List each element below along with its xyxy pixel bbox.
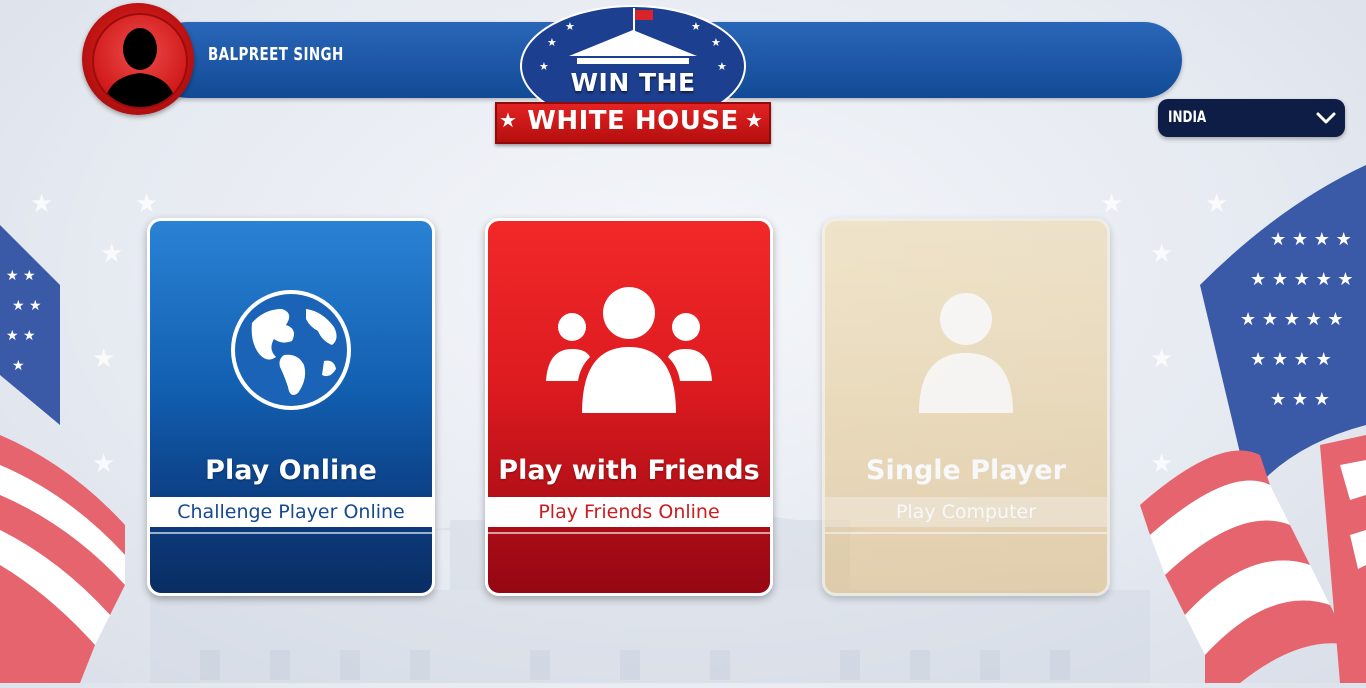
country-select[interactable]: INDIA — [1158, 99, 1345, 137]
logo-title-line2: WHITE HOUSE — [527, 106, 739, 136]
svg-text:★ ★: ★ ★ — [6, 268, 36, 284]
single-player-card[interactable]: Single Player Play Computer — [822, 218, 1110, 596]
divider — [825, 532, 1107, 534]
svg-text:★ ★ ★ ★: ★ ★ ★ ★ — [1270, 229, 1352, 250]
background-star: ★ — [135, 188, 159, 218]
svg-text:★ ★ ★ ★ ★: ★ ★ ★ ★ ★ — [1250, 269, 1354, 290]
svg-text:★ ★ ★ ★ ★: ★ ★ ★ ★ ★ — [1240, 309, 1344, 330]
divider — [488, 532, 770, 534]
logo-title-line1: WIN THE — [570, 68, 696, 97]
svg-text:★ ★: ★ ★ — [12, 298, 42, 314]
svg-text:★: ★ — [711, 36, 721, 49]
play-with-friends-title: Play with Friends — [498, 455, 760, 486]
game-logo: ★ ★ ★ ★ ★ ★ WIN THE ★ ★ WHITE HOUSE — [495, 4, 771, 146]
svg-text:★ ★ ★: ★ ★ ★ — [1270, 389, 1330, 410]
svg-text:★: ★ — [547, 36, 557, 49]
friends-group-icon — [546, 287, 712, 413]
player-avatar[interactable] — [82, 3, 194, 115]
background-star: ★ — [30, 188, 54, 218]
background-star: ★ — [1100, 188, 1124, 218]
svg-text:★ ★: ★ ★ — [6, 328, 36, 344]
us-flag-left: ★ ★ ★ ★ ★ ★ ★ — [0, 225, 130, 688]
play-with-friends-card[interactable]: Play with Friends Play Friends Online — [485, 218, 773, 596]
player-name: BALPREET SINGH — [208, 44, 344, 65]
play-online-title: Play Online — [205, 455, 377, 486]
svg-text:★: ★ — [565, 20, 575, 33]
chevron-down-icon — [1316, 112, 1336, 124]
country-select-value: INDIA — [1168, 107, 1207, 126]
person-icon — [919, 293, 1013, 413]
single-player-subtitle: Play Computer — [825, 497, 1107, 527]
single-player-title: Single Player — [866, 455, 1066, 486]
svg-text:★: ★ — [12, 358, 25, 374]
user-silhouette-icon — [104, 28, 176, 107]
divider — [150, 532, 432, 534]
play-online-card[interactable]: Play Online Challenge Player Online — [147, 218, 435, 596]
svg-text:★: ★ — [691, 20, 701, 33]
svg-text:★ ★ ★ ★: ★ ★ ★ ★ — [1250, 349, 1332, 370]
us-flag-right: ★ ★ ★ ★ ★ ★ ★ ★ ★ ★ ★ ★ ★ ★ ★ ★ ★ ★ ★ ★ … — [1140, 165, 1366, 688]
play-online-subtitle: Challenge Player Online — [150, 497, 432, 527]
globe-icon — [231, 290, 351, 410]
play-with-friends-subtitle: Play Friends Online — [488, 497, 770, 527]
